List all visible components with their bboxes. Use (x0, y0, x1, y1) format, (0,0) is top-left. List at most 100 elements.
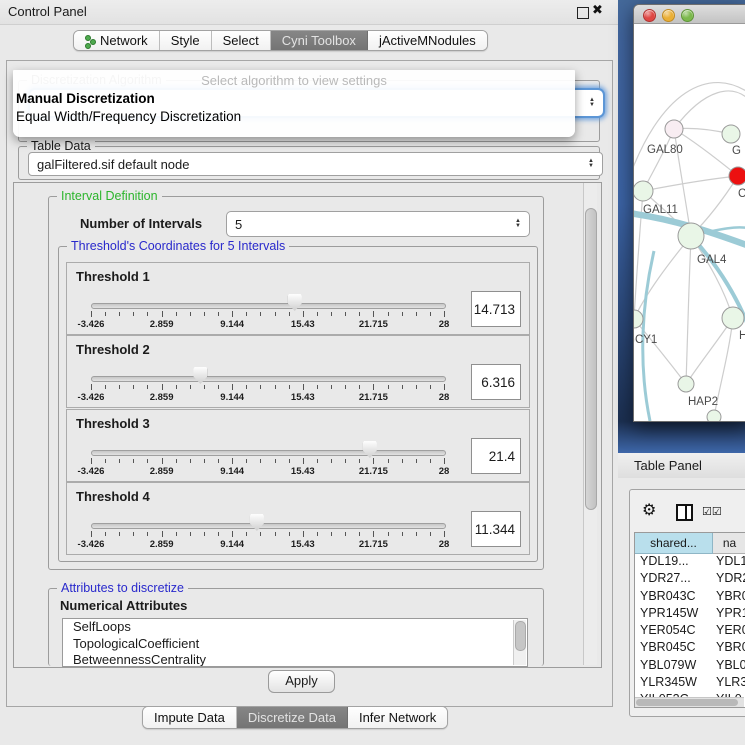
tab-jactivemnodules[interactable]: jActiveMNodules (368, 31, 487, 50)
threshold-value-field[interactable]: 21.4 (471, 438, 521, 474)
cell-name[interactable]: YDL1 (712, 554, 745, 571)
table-row[interactable]: YDR27...YDR2 (635, 571, 745, 588)
cell-shared-name[interactable]: YBR045C (635, 640, 712, 657)
tick-label: 28 (439, 319, 450, 330)
node-table[interactable]: shared... na YDL19...YDL1YDR27...YDR2YBR… (634, 532, 745, 708)
minimize-traffic-light[interactable] (662, 9, 675, 22)
table-row[interactable]: YDL19...YDL1 (635, 554, 745, 571)
close-traffic-light[interactable] (643, 9, 656, 22)
apply-button[interactable]: Apply (268, 670, 335, 693)
cell-name[interactable]: YBR0 (712, 589, 745, 606)
cell-shared-name[interactable]: YER054C (635, 623, 712, 640)
network-node-hap2[interactable] (678, 376, 694, 392)
tab-cyni-toolbox[interactable]: Cyni Toolbox (271, 31, 368, 50)
attribute-item[interactable]: SelfLoops (63, 619, 527, 636)
tick-mark (162, 458, 163, 464)
cell-name[interactable]: YLR3 (712, 675, 745, 692)
tab-label: Style (171, 33, 200, 48)
network-edge[interactable] (643, 176, 738, 191)
checkbox-icons[interactable]: ☑☑ (702, 505, 722, 518)
network-view[interactable]: GAL80GCGAL11GAL4GCY1HHAP2 (634, 23, 745, 421)
close-icon[interactable]: ✖ (592, 2, 603, 18)
network-node-c[interactable] (729, 167, 745, 185)
numerical-attributes-list[interactable]: SelfLoopsTopologicalCoefficientBetweenne… (62, 618, 528, 667)
h-scrollbar-thumb[interactable] (636, 699, 738, 706)
table-data-combobox[interactable]: galFiltered.sif default node ▲▼ (28, 152, 603, 176)
network-window-titlebar[interactable] (634, 5, 745, 24)
table-row[interactable]: YLR345WYLR3 (635, 675, 745, 692)
num-intervals-spinner[interactable]: 5 ▲▼ (226, 211, 530, 237)
tick-mark (331, 532, 332, 536)
threshold-value-field[interactable]: 11.344 (471, 511, 521, 547)
attribute-item[interactable]: TopologicalCoefficient (63, 636, 527, 653)
cell-shared-name[interactable]: YLR345W (635, 675, 712, 692)
popup-hint: Select algorithm to view settings (13, 73, 575, 88)
table-row[interactable]: YBL079WYBL0 (635, 658, 745, 675)
tick-mark (204, 385, 205, 389)
network-node-gal4[interactable] (678, 223, 704, 249)
vertical-scrollbar[interactable] (583, 183, 597, 665)
cell-shared-name[interactable]: YBL079W (635, 658, 712, 675)
tab-impute-data[interactable]: Impute Data (143, 707, 237, 728)
threshold-value-field[interactable]: 6.316 (471, 364, 521, 400)
cell-name[interactable]: YPR1 (712, 606, 745, 623)
network-node-gal11[interactable] (634, 181, 653, 201)
table-row[interactable]: YER054CYER0 (635, 623, 745, 640)
cell-shared-name[interactable]: YPR145W (635, 606, 712, 623)
network-node-h[interactable] (722, 307, 744, 329)
tab-select[interactable]: Select (212, 31, 271, 50)
attribute-item[interactable]: BetweennessCentrality (63, 652, 527, 667)
cell-name[interactable]: YDR2 (712, 571, 745, 588)
network-node-gcy1[interactable] (634, 310, 643, 328)
column-header-name[interactable]: na (713, 533, 745, 554)
tab-discretize-data[interactable]: Discretize Data (237, 707, 348, 728)
table-row[interactable]: YBR045CYBR0 (635, 640, 745, 657)
tab-label: Network (100, 33, 148, 48)
tab-network[interactable]: Network (74, 31, 160, 50)
float-window-icon[interactable] (577, 7, 589, 19)
node-label: GAL11 (643, 204, 678, 216)
tab-style[interactable]: Style (160, 31, 212, 50)
network-edge[interactable] (686, 236, 691, 384)
network-edge[interactable] (691, 236, 733, 318)
network-node-gal80[interactable] (665, 120, 683, 138)
list-scrollbar[interactable] (513, 620, 526, 665)
tick-mark (303, 311, 304, 317)
tab-infer-network[interactable]: Infer Network (348, 707, 447, 728)
cell-name[interactable]: YER0 (712, 623, 745, 640)
list-scrollbar-thumb[interactable] (515, 621, 526, 651)
popup-item-equal-width-frequency[interactable]: Equal Width/Frequency Discretization (16, 109, 241, 124)
cell-name[interactable]: YBR0 (712, 640, 745, 657)
tick-label: 2.859 (150, 392, 174, 403)
table-data-selected: galFiltered.sif default node (37, 157, 189, 172)
slider-track[interactable] (91, 376, 446, 382)
scrollbar-thumb[interactable] (585, 208, 597, 510)
table-row[interactable]: YBR043CYBR0 (635, 589, 745, 606)
threshold-value-field[interactable]: 14.713 (471, 291, 521, 327)
cell-shared-name[interactable]: YDR27... (635, 571, 712, 588)
cell-shared-name[interactable]: YBR043C (635, 589, 712, 606)
network-edge[interactable] (674, 91, 745, 129)
tick-mark (359, 532, 360, 536)
table-row[interactable]: YPR145WYPR1 (635, 606, 745, 623)
network-node-g[interactable] (722, 125, 740, 143)
network-node[interactable] (707, 410, 721, 421)
column-layout-icon[interactable] (676, 504, 693, 521)
cell-name[interactable]: YBL0 (712, 658, 745, 675)
column-header-shared-name[interactable]: shared... (635, 533, 713, 554)
network-edge[interactable] (634, 191, 643, 319)
tick-mark (331, 312, 332, 316)
slider-track[interactable] (91, 523, 446, 529)
slider-track[interactable] (91, 450, 446, 456)
network-edge[interactable] (686, 318, 733, 384)
gear-icon[interactable]: ⚙ (642, 500, 656, 520)
threshold-panel-2: Threshold 2-3.4262.8599.14415.4321.71528… (66, 335, 530, 408)
network-window[interactable]: GAL80GCGAL11GAL4GCY1HHAP2 (633, 4, 745, 422)
horizontal-scrollbar[interactable] (635, 697, 744, 707)
popup-item-manual-discretization[interactable]: Manual Discretization (16, 91, 155, 106)
network-edge[interactable] (634, 236, 691, 319)
tick-mark (204, 459, 205, 463)
cell-shared-name[interactable]: YDL19... (635, 554, 712, 571)
zoom-traffic-light[interactable] (681, 9, 694, 22)
slider-track[interactable] (91, 303, 446, 309)
